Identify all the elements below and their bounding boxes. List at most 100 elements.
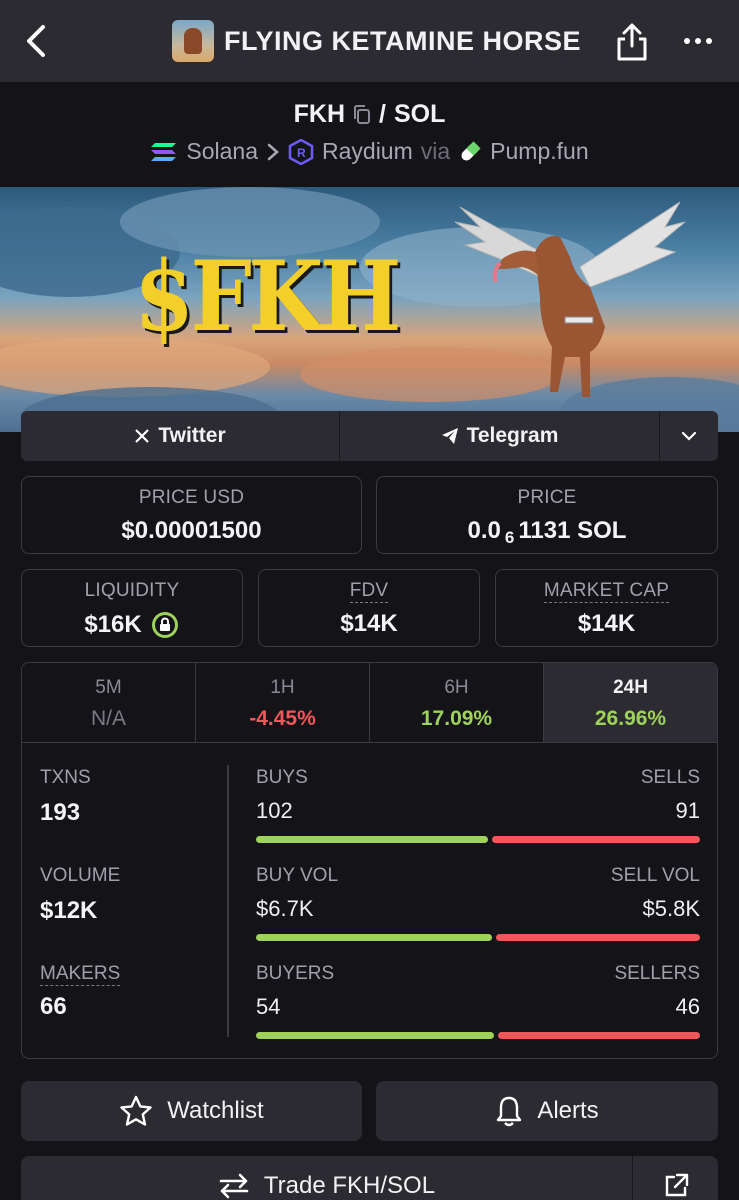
watchlist-label: Watchlist [167, 1097, 264, 1124]
buys-label: BUYS [256, 767, 308, 788]
price-usd-card: PRICE USD $0.00001500 [21, 476, 362, 554]
txns-value: 193 [40, 799, 81, 826]
fdv-value: $14K [340, 610, 398, 637]
tab-change: 26.96% [594, 707, 667, 730]
sell-vol-value: $5.8K [642, 896, 701, 921]
sell-vol-label: SELL VOL [610, 865, 700, 886]
volume-bar [256, 934, 700, 941]
price-prefix: 0.0 [467, 517, 501, 544]
volume-metric: VOLUME $12K [40, 865, 120, 925]
watchlist-button[interactable]: Watchlist [21, 1081, 362, 1141]
makers-label[interactable]: MAKERS [40, 963, 121, 986]
price-native-card: PRICE 0.0 6 1131 SOL [376, 476, 718, 554]
via-label: via [420, 138, 451, 164]
dot [706, 38, 712, 44]
tab-5m[interactable]: 5M N/A [22, 663, 196, 742]
buy-sell-vol-row: BUY VOL SELL VOL $6.7K $5.8K [256, 865, 700, 941]
buy-vol-value: $6.7K [256, 896, 314, 921]
pair-separator: / [379, 100, 386, 128]
top-bar: FLYING KETAMINE HORSE [0, 0, 739, 82]
launchpad-name[interactable]: Pump.fun [490, 138, 588, 165]
pair-name: FKH / SOL [0, 100, 739, 129]
txns-label: TXNS [40, 767, 91, 788]
horse-illustration [454, 201, 686, 397]
makers-bar [256, 1032, 700, 1039]
price-usd-value: $0.00001500 [121, 517, 262, 544]
fdv-label[interactable]: FDV [349, 580, 389, 603]
tab-label: 5M [95, 677, 122, 698]
stats-divider [227, 765, 229, 1037]
makers-label-wrap: MAKERS [40, 963, 121, 986]
telegram-label: Telegram [466, 424, 559, 447]
twitter-button[interactable]: Twitter [21, 411, 340, 461]
trade-button[interactable]: Trade FKH/SOL [21, 1156, 633, 1200]
makers-values: 54 46 [256, 994, 700, 1020]
vol-labels: BUY VOL SELL VOL [256, 865, 700, 887]
dex-name[interactable]: Raydium [322, 138, 413, 165]
market-cap-value: $14K [577, 610, 636, 637]
svg-text:R: R [297, 146, 306, 160]
token-avatar [172, 20, 214, 62]
sell-bar-segment [495, 934, 700, 941]
buy-bar-segment [256, 1032, 494, 1039]
makers-metric: MAKERS 66 [40, 963, 121, 1021]
buys-sells-row: BUYS SELLS 102 91 [256, 767, 700, 843]
tab-label: 1H [270, 677, 295, 698]
tab-24h[interactable]: 24H 26.96% [544, 663, 717, 742]
market-cap-card: MARKET CAP $14K [495, 569, 718, 647]
buyers-label: BUYERS [256, 963, 335, 984]
market-cap-label[interactable]: MARKET CAP [543, 580, 670, 603]
copy-icon[interactable] [353, 104, 371, 125]
mcap-label-wrap: MARKET CAP [496, 580, 717, 603]
quote-token: SOL [393, 100, 446, 128]
back-button[interactable] [20, 22, 52, 60]
price-suffix: 1131 SOL [518, 517, 627, 544]
tab-change: 17.09% [420, 707, 493, 730]
buys-value: 102 [256, 798, 293, 823]
makers-value: 66 [40, 993, 67, 1020]
fdv-label-wrap: FDV [259, 580, 479, 603]
swap-icon [219, 1173, 249, 1199]
buys-sells-labels: BUYS SELLS [256, 767, 700, 789]
share-button[interactable] [614, 22, 650, 62]
more-options-button[interactable] [680, 28, 716, 54]
sell-bar-segment [492, 836, 700, 843]
timeframe-tabs: 5M N/A 1H -4.45% 6H 17.09% 24H 26.96% [22, 663, 717, 743]
buy-bar-segment [256, 934, 492, 941]
pair-info: FKH / SOL Solana R Raydium via Pump.fun [0, 82, 739, 187]
token-banner: $FKH [0, 187, 739, 432]
tab-change: N/A [90, 707, 126, 730]
price-zero-count: 6 [504, 528, 515, 547]
telegram-icon [441, 428, 458, 444]
sells-value: 91 [675, 798, 700, 823]
chevron-left-icon [27, 25, 45, 57]
sells-label: SELLS [640, 767, 700, 788]
lock-icon[interactable] [150, 610, 180, 640]
volume-value: $12K [40, 897, 98, 924]
liquidity-value-row: $16K [22, 610, 242, 640]
dot [684, 38, 690, 44]
open-external-button[interactable] [633, 1156, 718, 1200]
buys-sells-values: 102 91 [256, 798, 700, 824]
base-token: FKH [293, 100, 346, 128]
chain-name[interactable]: Solana [186, 138, 258, 165]
more-links-button[interactable] [660, 411, 718, 461]
volume-label: VOLUME [40, 865, 121, 886]
fdv-card: FDV $14K [258, 569, 480, 647]
trade-bar: Trade FKH/SOL [21, 1156, 718, 1200]
price-native-value: 0.0 6 1131 SOL [377, 517, 717, 547]
buy-bar-segment [256, 836, 489, 843]
alerts-button[interactable]: Alerts [376, 1081, 718, 1141]
share-icon [617, 23, 647, 61]
sellers-value: 46 [675, 994, 700, 1019]
star-icon [120, 1095, 152, 1126]
external-link-icon [665, 1173, 688, 1197]
buyers-sellers-row: BUYERS SELLERS 54 46 [256, 963, 700, 1039]
liquidity-card: LIQUIDITY $16K [21, 569, 243, 647]
bell-icon [497, 1096, 522, 1127]
telegram-button[interactable]: Telegram [340, 411, 660, 461]
alerts-label: Alerts [537, 1097, 599, 1124]
tab-6h[interactable]: 6H 17.09% [370, 663, 544, 742]
tab-1h[interactable]: 1H -4.45% [196, 663, 370, 742]
trade-label: Trade FKH/SOL [263, 1172, 436, 1199]
